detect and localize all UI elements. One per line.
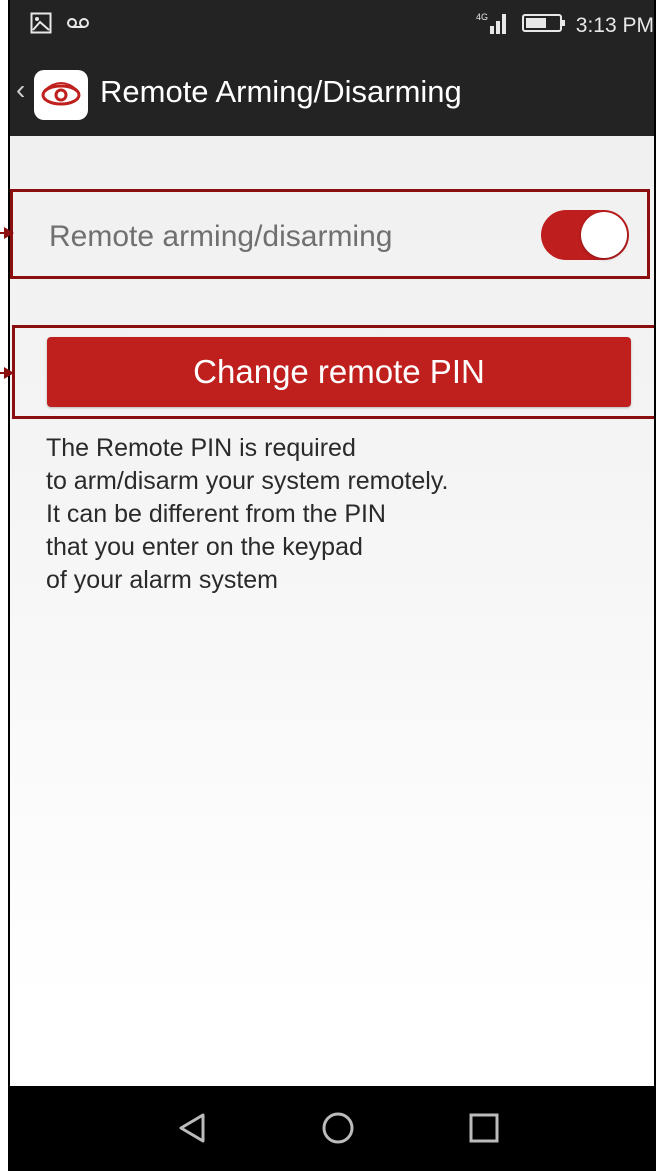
home-icon[interactable] bbox=[320, 1110, 356, 1146]
gallery-icon bbox=[30, 12, 52, 39]
callout-arrowhead bbox=[4, 367, 14, 379]
back-icon[interactable] bbox=[174, 1110, 210, 1146]
network-type: 4G bbox=[476, 12, 488, 22]
info-line: of your alarm system bbox=[46, 566, 279, 594]
callout-arrowhead bbox=[4, 227, 14, 239]
phone-screen: 4G 3:13 PM ‹ Remote Arming/Disarming Rem… bbox=[8, 0, 656, 1171]
remote-arming-toggle[interactable] bbox=[541, 210, 629, 260]
status-bar: 4G 3:13 PM bbox=[10, 0, 654, 50]
battery-icon bbox=[521, 12, 566, 40]
clock: 3:13 PM bbox=[575, 14, 654, 37]
remote-arming-label: Remote arming/disarming bbox=[49, 220, 393, 253]
app-bar: ‹ Remote Arming/Disarming bbox=[10, 50, 654, 136]
voicemail-icon bbox=[66, 16, 90, 35]
info-line: that you enter on the keypad bbox=[46, 533, 363, 561]
page-title: Remote Arming/Disarming bbox=[100, 74, 462, 109]
eye-logo-icon[interactable] bbox=[34, 70, 88, 120]
info-line: It can be different from the PIN bbox=[46, 500, 386, 528]
back-chevron-icon[interactable]: ‹ bbox=[16, 76, 25, 104]
change-pin-highlight: Change remote PIN bbox=[12, 325, 654, 419]
toggle-knob bbox=[581, 212, 627, 258]
recents-icon[interactable] bbox=[466, 1110, 502, 1146]
remote-pin-info: The Remote PIN is required to arm/disarm… bbox=[46, 432, 606, 597]
info-line: to arm/disarm your system remotely. bbox=[46, 467, 449, 495]
signal-icon: 4G bbox=[476, 10, 512, 42]
info-line: The Remote PIN is required bbox=[46, 434, 356, 462]
navigation-bar bbox=[10, 1086, 654, 1169]
change-remote-pin-button[interactable]: Change remote PIN bbox=[47, 337, 631, 407]
remote-arming-setting-row[interactable]: Remote arming/disarming bbox=[10, 189, 650, 279]
